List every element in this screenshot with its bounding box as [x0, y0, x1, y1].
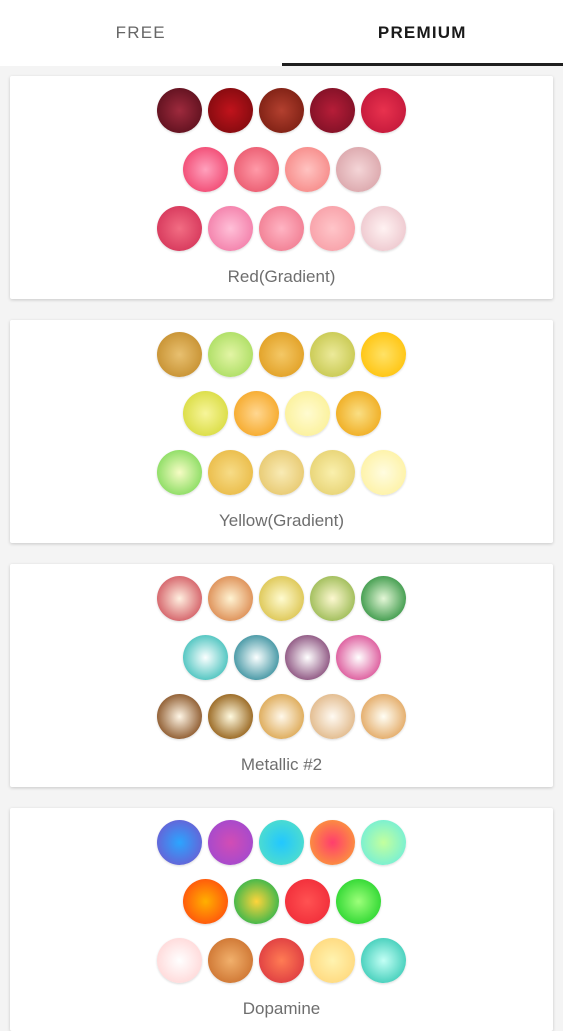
color-swatch[interactable] — [361, 206, 406, 251]
color-swatch[interactable] — [310, 938, 355, 983]
swatch-row — [183, 879, 381, 924]
swatch-row — [157, 694, 406, 739]
color-swatch[interactable] — [336, 879, 381, 924]
color-swatch[interactable] — [157, 450, 202, 495]
color-swatch[interactable] — [336, 635, 381, 680]
color-swatch[interactable] — [285, 147, 330, 192]
color-swatch[interactable] — [361, 576, 406, 621]
color-swatch[interactable] — [336, 147, 381, 192]
color-swatch[interactable] — [157, 88, 202, 133]
color-swatch[interactable] — [310, 576, 355, 621]
swatch-row — [157, 206, 406, 251]
color-swatch[interactable] — [259, 206, 304, 251]
color-swatch[interactable] — [234, 147, 279, 192]
color-swatch[interactable] — [234, 635, 279, 680]
color-swatch[interactable] — [183, 879, 228, 924]
color-swatch[interactable] — [208, 332, 253, 377]
color-swatch[interactable] — [310, 332, 355, 377]
color-swatch[interactable] — [336, 391, 381, 436]
palette-card[interactable]: Dopamine — [10, 808, 553, 1031]
color-swatch[interactable] — [208, 820, 253, 865]
palette-title: Red(Gradient) — [228, 267, 336, 287]
swatch-row — [157, 938, 406, 983]
color-swatch[interactable] — [259, 820, 304, 865]
color-swatch[interactable] — [285, 879, 330, 924]
color-swatch[interactable] — [208, 694, 253, 739]
color-swatch[interactable] — [310, 206, 355, 251]
swatch-row — [183, 391, 381, 436]
color-swatch[interactable] — [259, 450, 304, 495]
color-swatch[interactable] — [259, 576, 304, 621]
color-swatch[interactable] — [208, 938, 253, 983]
color-swatch[interactable] — [183, 635, 228, 680]
color-swatch[interactable] — [259, 332, 304, 377]
palette-title: Metallic #2 — [241, 755, 322, 775]
color-swatch[interactable] — [259, 88, 304, 133]
palette-card[interactable]: Red(Gradient) — [10, 76, 553, 299]
color-swatch[interactable] — [208, 88, 253, 133]
color-swatch[interactable] — [361, 88, 406, 133]
color-swatch[interactable] — [310, 820, 355, 865]
color-swatch[interactable] — [157, 820, 202, 865]
color-swatch[interactable] — [361, 938, 406, 983]
swatch-row — [183, 635, 381, 680]
color-swatch[interactable] — [361, 694, 406, 739]
color-swatch[interactable] — [208, 206, 253, 251]
color-swatch[interactable] — [183, 147, 228, 192]
palette-title: Yellow(Gradient) — [219, 511, 344, 531]
palette-card[interactable]: Metallic #2 — [10, 564, 553, 787]
color-swatch[interactable] — [285, 391, 330, 436]
swatch-row — [183, 147, 381, 192]
color-swatch[interactable] — [310, 88, 355, 133]
color-swatch[interactable] — [157, 938, 202, 983]
palette-title: Dopamine — [243, 999, 321, 1019]
color-swatch[interactable] — [208, 450, 253, 495]
color-swatch[interactable] — [259, 938, 304, 983]
swatch-row — [157, 450, 406, 495]
tab-premium[interactable]: PREMIUM — [282, 0, 563, 66]
color-swatch[interactable] — [310, 694, 355, 739]
color-swatch[interactable] — [234, 391, 279, 436]
color-swatch[interactable] — [183, 391, 228, 436]
color-swatch[interactable] — [285, 635, 330, 680]
swatch-row — [157, 88, 406, 133]
color-swatch[interactable] — [157, 576, 202, 621]
tab-free[interactable]: FREE — [0, 0, 282, 66]
color-swatch[interactable] — [234, 879, 279, 924]
swatch-row — [157, 576, 406, 621]
color-swatch[interactable] — [157, 694, 202, 739]
color-swatch[interactable] — [259, 694, 304, 739]
color-swatch[interactable] — [157, 206, 202, 251]
color-swatch[interactable] — [361, 332, 406, 377]
color-swatch[interactable] — [361, 820, 406, 865]
color-swatch[interactable] — [361, 450, 406, 495]
color-swatch[interactable] — [310, 450, 355, 495]
color-swatch[interactable] — [157, 332, 202, 377]
swatch-row — [157, 820, 406, 865]
color-swatch[interactable] — [208, 576, 253, 621]
swatch-row — [157, 332, 406, 377]
palette-card[interactable]: Yellow(Gradient) — [10, 320, 553, 543]
tab-bar: FREE PREMIUM — [0, 0, 563, 66]
palette-list: Red(Gradient) Yellow(Gradient) Metallic #2… — [0, 66, 563, 1031]
